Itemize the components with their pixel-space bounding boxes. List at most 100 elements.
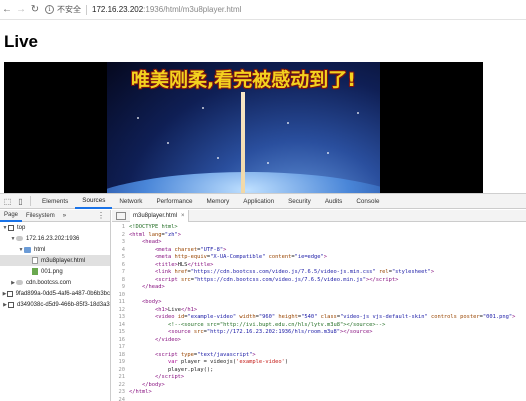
file-tree-label: 172.16.23.202:1936 <box>26 235 80 242</box>
line-number[interactable]: 21 <box>112 374 126 382</box>
file-tree: ▼ top ▼ 172.16.23.202:1936 ▼ html m3u8player.h… <box>0 222 110 310</box>
code-view[interactable]: 1 2 3 4 5 6 7 8 9 10 11 12 13 14 15 16 17 18 19 20 21 22 23 24 … <box>112 222 526 401</box>
line-number[interactable]: 4 <box>112 247 125 255</box>
tab-divider <box>30 196 31 206</box>
line-number[interactable]: 20 <box>112 367 126 375</box>
address-bar: ← → ↻ i 不安全 172.16.23.202:1936/html/m3u8… <box>0 0 526 20</box>
cloud-icon <box>16 280 23 285</box>
line-number[interactable]: 15 <box>112 329 126 337</box>
line-number[interactable]: 23 <box>112 389 126 397</box>
line-number[interactable]: 7 <box>112 269 125 277</box>
devtools-tabbar: ⬚ ▯ Elements Sources Network Performance… <box>0 194 526 209</box>
file-tree-item[interactable]: 001.png <box>0 266 110 277</box>
url-path: :1936/html/m3u8player.html <box>143 5 242 14</box>
tab-console[interactable]: Console <box>349 194 386 209</box>
poster-light-beam <box>241 92 245 193</box>
tab-sources[interactable]: Sources <box>75 194 113 209</box>
close-tab-icon[interactable]: × <box>181 213 185 219</box>
line-number[interactable]: 19 <box>112 359 126 367</box>
address-divider <box>86 4 87 15</box>
reload-icon[interactable]: ↻ <box>28 2 42 18</box>
frame-icon <box>8 301 14 308</box>
line-number[interactable]: 1 <box>112 224 125 232</box>
poster-star <box>267 162 269 164</box>
line-number[interactable]: 11 <box>112 299 126 307</box>
file-tree-item[interactable]: ▼ html <box>0 244 110 255</box>
line-number[interactable]: 13 <box>112 314 126 322</box>
tab-performance[interactable]: Performance <box>149 194 199 209</box>
page-title: Live <box>4 32 39 51</box>
url-host: 172.16.23.202 <box>92 5 144 14</box>
line-number[interactable]: 16 <box>112 337 126 345</box>
poster-star <box>167 142 169 144</box>
navigator-more-tabs[interactable]: » <box>59 210 70 222</box>
line-number-gutter: 1 2 3 4 5 6 7 8 9 10 11 12 13 14 15 16 17 18 19 20 21 22 23 24 <box>112 224 126 401</box>
line-number[interactable]: 17 <box>112 344 126 352</box>
back-icon[interactable]: ← <box>0 2 14 18</box>
editor-tabbar: m3u8player.html × <box>112 209 526 222</box>
tab-network[interactable]: Network <box>112 194 149 209</box>
line-number[interactable]: 14 <box>112 322 126 330</box>
navigator-tab-page[interactable]: Page <box>0 210 23 222</box>
file-tree-item[interactable]: ▶ 9fad899a-0dd5-4af6-a487-0b6b3bc <box>0 288 110 299</box>
file-tree-item[interactable]: ▼ 172.16.23.202:1936 <box>0 233 110 244</box>
toggle-navigator-icon[interactable] <box>116 211 126 220</box>
cloud-icon <box>16 236 23 241</box>
device-toolbar-icon[interactable]: ▯ <box>15 196 26 207</box>
file-tree-label: cdn.bootcss.com <box>26 279 72 286</box>
file-tree-item[interactable]: m3u8player.html <box>0 255 110 266</box>
navigator-tabbar: Page Filesystem » ⋮ <box>0 210 110 222</box>
editor-file-tab[interactable]: m3u8player.html × <box>130 209 189 222</box>
file-tree-label: m3u8player.html <box>41 257 86 264</box>
frame-icon <box>7 290 13 297</box>
tab-audits[interactable]: Audits <box>318 194 350 209</box>
url-field[interactable]: 172.16.23.202:1936/html/m3u8player.html <box>92 5 241 14</box>
line-number[interactable]: 9 <box>112 284 125 292</box>
frame-icon <box>8 224 14 231</box>
line-number[interactable]: 18 <box>112 352 126 360</box>
page-icon <box>32 257 38 264</box>
file-tree-item[interactable]: ▶ d349038c-d5d9-466b-85f3-18d3a3 <box>0 299 110 310</box>
tab-memory[interactable]: Memory <box>200 194 237 209</box>
poster-star <box>287 122 289 124</box>
devtools-panel: ⬚ ▯ Elements Sources Network Performance… <box>0 193 526 401</box>
video-caption: 唯美刚柔,看完被感动到了! <box>131 69 356 91</box>
line-number[interactable]: 12 <box>112 307 126 315</box>
sources-navigator: Page Filesystem » ⋮ ▼ top ▼ 172.16.23.202:1… <box>0 210 111 401</box>
file-tree-label: d349038c-d5d9-466b-85f3-18d3a3 <box>17 301 110 308</box>
security-label: 不安全 <box>57 5 81 14</box>
poster-star <box>137 117 139 119</box>
inspect-icon[interactable]: ⬚ <box>2 196 13 207</box>
file-tree-label: 001.png <box>41 268 63 275</box>
file-tree-label: 9fad899a-0dd5-4af6-a487-0b6b3bc <box>15 290 110 297</box>
tab-security[interactable]: Security <box>281 194 318 209</box>
tab-elements[interactable]: Elements <box>35 194 75 209</box>
line-number[interactable]: 10 <box>112 292 126 300</box>
line-number[interactable]: 3 <box>112 239 125 247</box>
folder-icon <box>24 246 31 253</box>
source-editor: m3u8player.html × 1 2 3 4 5 6 7 8 9 10 11 12 13 14 15 1… <box>112 209 526 401</box>
forward-icon[interactable]: → <box>14 2 28 18</box>
editor-file-name: m3u8player.html <box>133 212 178 219</box>
line-number[interactable]: 6 <box>112 262 125 270</box>
line-number[interactable]: 5 <box>112 254 125 262</box>
line-number[interactable]: 24 <box>112 397 126 401</box>
file-tree-item[interactable]: ▼ top <box>0 222 110 233</box>
navigator-tab-filesystem[interactable]: Filesystem <box>22 210 59 222</box>
video-player[interactable]: 唯美刚柔,看完被感动到了! <box>4 62 483 193</box>
img-icon <box>32 268 38 275</box>
file-tree-label: html <box>34 246 46 253</box>
line-number[interactable]: 2 <box>112 232 125 240</box>
kebab-menu-icon[interactable]: ⋮ <box>97 211 105 220</box>
info-icon: i <box>45 5 54 14</box>
poster-star <box>202 107 204 109</box>
line-number[interactable]: 22 <box>112 382 126 390</box>
poster-star <box>327 152 329 154</box>
security-indicator[interactable]: i 不安全 <box>45 4 81 15</box>
line-number[interactable]: 8 <box>112 277 125 285</box>
file-tree-item[interactable]: ▶ cdn.bootcss.com <box>0 277 110 288</box>
file-tree-label: top <box>17 224 26 231</box>
tab-application[interactable]: Application <box>236 194 281 209</box>
poster-star <box>217 157 219 159</box>
video-poster: 唯美刚柔,看完被感动到了! <box>107 62 380 193</box>
